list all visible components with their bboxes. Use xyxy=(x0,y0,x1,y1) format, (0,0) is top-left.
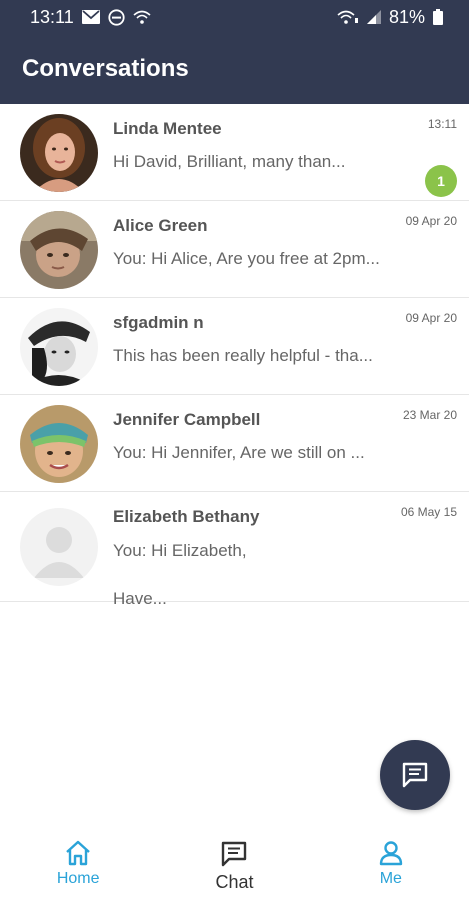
message-preview: This has been really helpful - tha... xyxy=(113,346,373,365)
message-preview: You: Hi Alice, Are you free at 2pm... xyxy=(113,249,380,268)
battery-icon xyxy=(433,9,443,25)
message-preview: Hi David, Brilliant, many than... xyxy=(113,152,346,171)
unread-badge: 1 xyxy=(425,165,457,197)
status-time: 13:11 xyxy=(30,6,74,27)
contact-name: Jennifer Campbell xyxy=(113,410,261,429)
new-message-button[interactable] xyxy=(380,740,450,810)
do-not-disturb-icon xyxy=(108,8,125,26)
conversation-list: Linda Mentee Hi David, Brilliant, many t… xyxy=(0,104,469,608)
nav-chat[interactable]: Chat xyxy=(156,826,312,900)
nav-home[interactable]: Home xyxy=(0,826,156,900)
avatar xyxy=(20,405,98,483)
nav-home-label: Home xyxy=(56,870,100,887)
conversation-item[interactable]: Alice Green You: Hi Alice, Are you free … xyxy=(0,201,469,298)
new-message-icon xyxy=(401,761,429,789)
wifi-icon xyxy=(133,10,151,24)
conversation-item[interactable]: sfgadmin n This has been really helpful … xyxy=(0,298,469,395)
avatar-placeholder xyxy=(20,508,98,586)
contact-name: sfgadmin n xyxy=(113,313,204,332)
home-icon xyxy=(64,840,92,866)
conversation-item[interactable]: Elizabeth Bethany You: Hi Elizabeth, Hav… xyxy=(0,492,469,608)
wifi-calling-icon xyxy=(337,10,359,24)
nav-me-label: Me xyxy=(379,870,402,887)
conversation-item[interactable]: Linda Mentee Hi David, Brilliant, many t… xyxy=(0,104,469,201)
mail-icon xyxy=(81,10,100,24)
bottom-nav: Home Chat Me xyxy=(0,826,469,900)
message-preview: You: Hi Jennifer, Are we still on ... xyxy=(113,443,365,462)
app-bar: Conversations xyxy=(0,34,469,104)
avatar xyxy=(20,308,98,386)
status-bar: 13:11 81% xyxy=(0,0,469,34)
message-time: 09 Apr 20 xyxy=(405,214,457,228)
nav-chat-label: Chat xyxy=(215,872,254,892)
message-time: 13:11 xyxy=(427,117,457,131)
signal-icon xyxy=(366,10,381,24)
page-title: Conversations xyxy=(22,55,189,82)
nav-me[interactable]: Me xyxy=(313,826,469,900)
contact-name: Linda Mentee xyxy=(113,119,222,138)
message-time: 09 Apr 20 xyxy=(405,311,457,325)
chat-icon xyxy=(220,840,248,868)
conversation-item[interactable]: Jennifer Campbell You: Hi Jennifer, Are … xyxy=(0,395,469,492)
avatar xyxy=(20,114,98,192)
message-time: 23 Mar 20 xyxy=(402,408,457,422)
contact-name: Elizabeth Bethany xyxy=(113,507,260,526)
contact-name: Alice Green xyxy=(113,216,208,235)
battery-percent: 81% xyxy=(388,6,425,27)
avatar xyxy=(20,211,98,289)
message-preview: You: Hi Elizabeth, Have... xyxy=(113,541,247,608)
person-icon xyxy=(378,840,404,866)
message-time: 06 May 15 xyxy=(400,505,457,519)
